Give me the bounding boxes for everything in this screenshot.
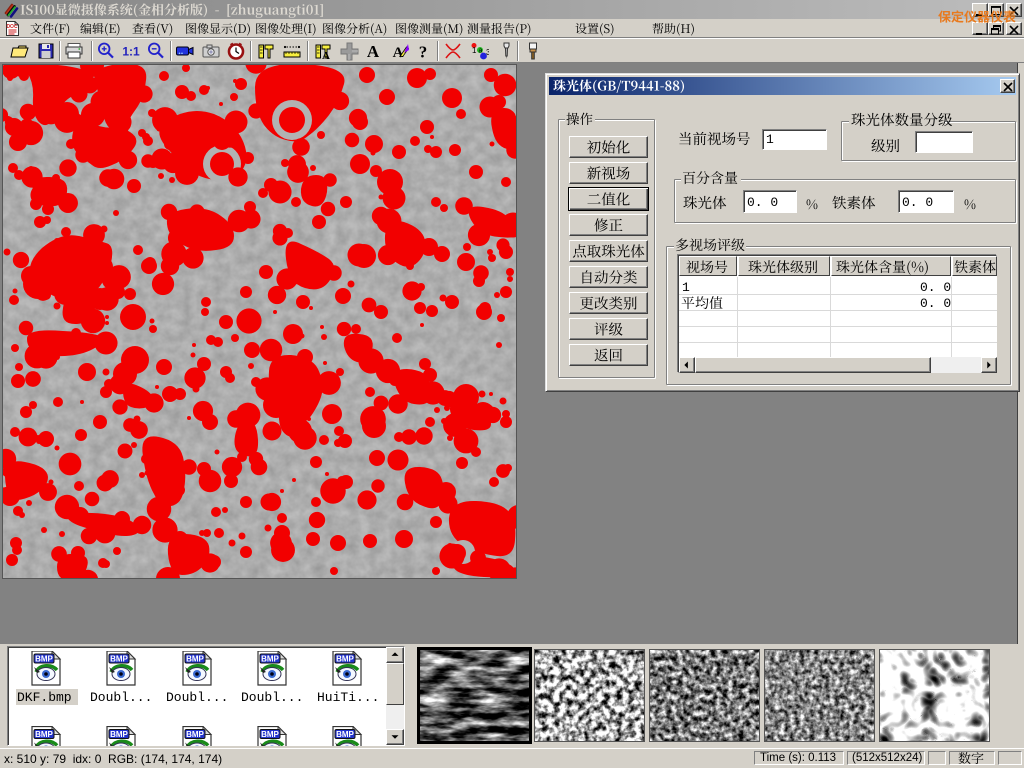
svg-text:A: A (322, 50, 330, 61)
svg-text:DOC: DOC (6, 24, 18, 30)
svg-text:1: 1 (472, 46, 477, 55)
svg-text:1:1: 1:1 (122, 45, 140, 59)
svg-text:A: A (367, 42, 380, 61)
svg-text:?: ? (419, 43, 428, 62)
svg-text:3: 3 (486, 48, 489, 57)
